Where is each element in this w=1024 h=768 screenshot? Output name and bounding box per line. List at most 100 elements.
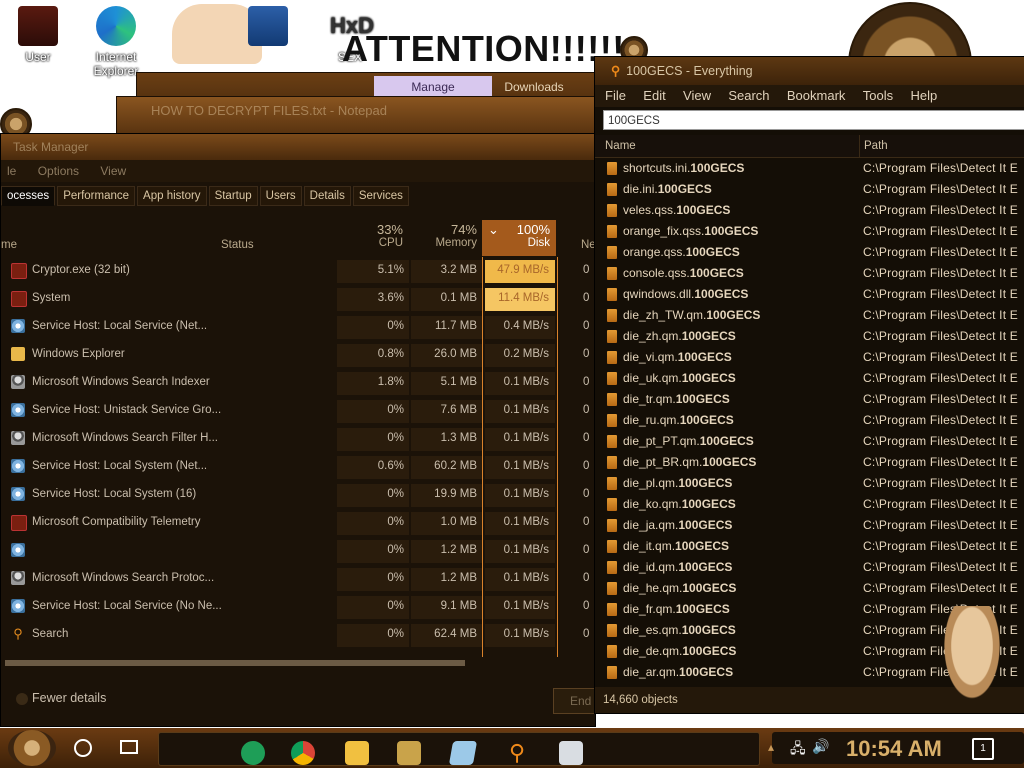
menu-file[interactable]: le (7, 164, 16, 178)
file-icon (607, 267, 617, 280)
list-item[interactable]: die_zh_TW.qm.100GECS C:\Program Files\Det… (595, 305, 1024, 326)
tab-services[interactable]: Services (352, 186, 409, 206)
file-icon (607, 435, 617, 448)
tab-details[interactable]: Details (303, 186, 351, 206)
list-item[interactable]: veles.qss.100GECS C:\Program Files\Detect… (595, 200, 1024, 221)
list-item[interactable]: die_id.qm.100GECS C:\Program Files\Detect… (595, 557, 1024, 578)
file-path: C:\Program Files\Detect It E (863, 392, 1018, 406)
window-title: Task Manager (13, 140, 89, 154)
tab-app-history[interactable]: App history (137, 186, 207, 206)
clock[interactable]: 10:54 AM (846, 736, 942, 762)
list-item[interactable]: die_ko.qm.100GECS C:\Program Files\Detect… (595, 494, 1024, 515)
menu-options[interactable]: Options (38, 164, 79, 178)
menu-view[interactable]: View (683, 85, 711, 107)
tab-startup[interactable]: Startup (208, 186, 258, 206)
ribbon-tab-downloads[interactable]: Downloads (494, 76, 574, 98)
column-header-path[interactable]: Path (859, 135, 888, 157)
winrar-icon[interactable] (397, 741, 421, 765)
list-item[interactable]: die_pl.qm.100GECS C:\Program Files\Detect… (595, 473, 1024, 494)
folder-icon[interactable] (345, 741, 369, 765)
search-input[interactable]: 100GECS (603, 110, 1024, 130)
list-item[interactable]: orange.qss.100GECS C:\Program Files\Detec… (595, 242, 1024, 263)
everything-icon[interactable]: ⚲ (505, 741, 529, 765)
list-item[interactable]: console.qss.100GECS C:\Program Files\Dete… (595, 263, 1024, 284)
monitor-icon[interactable] (559, 741, 583, 765)
list-item[interactable]: die_pt_PT.qm.100GECS C:\Program Files\Det… (595, 431, 1024, 452)
file-name: orange_fix.qss.100GECS (623, 224, 758, 238)
file-icon (607, 162, 617, 175)
column-header-disk[interactable]: ⌄ 100% Disk (482, 220, 556, 256)
file-path: C:\Program Files\Detect It E (863, 329, 1018, 343)
volume-icon[interactable]: 🔊 (812, 738, 829, 755)
network-icon[interactable]: 🖧 (790, 738, 806, 762)
task-manager-titlebar[interactable]: Task Manager (1, 134, 595, 160)
process-name: Search (32, 628, 69, 640)
menu-tools[interactable]: Tools (863, 85, 893, 107)
scrollbar-thumb[interactable] (5, 660, 465, 666)
notification-icon[interactable]: 1 (972, 738, 994, 760)
desktop-icon-virtualbox[interactable] (236, 6, 300, 50)
file-extension-match: 100GECS (702, 455, 757, 469)
process-memory: 1.3 MB (440, 432, 477, 444)
chevron-up-icon[interactable]: ▴ (768, 740, 774, 754)
horizontal-scrollbar[interactable] (1, 658, 595, 668)
menu-file[interactable]: File (605, 85, 626, 107)
list-item[interactable]: shortcuts.ini.100GECS C:\Program Files\De… (595, 158, 1024, 179)
file-base-name: die_id.qm. (623, 560, 679, 574)
chevron-up-icon (16, 692, 28, 705)
start-button[interactable] (8, 730, 56, 766)
fewer-details-button[interactable]: Fewer details (16, 691, 106, 705)
list-item[interactable]: die_pt_BR.qm.100GECS C:\Program Files\Det… (595, 452, 1024, 473)
list-item[interactable]: die_zh.qm.100GECS C:\Program Files\Detect… (595, 326, 1024, 347)
column-header-name[interactable]: Name (605, 135, 636, 157)
desktop-icon-user[interactable]: User (6, 6, 70, 64)
search-circle-icon[interactable] (74, 739, 92, 757)
file-extension-match: 100GECS (690, 161, 745, 175)
list-item[interactable]: die_ru.qm.100GECS C:\Program Files\Detect… (595, 410, 1024, 431)
menu-bookmark[interactable]: Bookmark (787, 85, 846, 107)
desktop-icon-edge[interactable]: Internet Explorer (84, 6, 148, 78)
glass-icon[interactable] (448, 741, 478, 765)
search-icon: ⚲ (11, 627, 25, 641)
list-item[interactable]: qwindows.dll.100GECS C:\Program Files\Det… (595, 284, 1024, 305)
file-icon (607, 582, 617, 595)
file-name: qwindows.dll.100GECS (623, 287, 748, 301)
sheets-icon[interactable] (241, 741, 265, 765)
menu-help[interactable]: Help (910, 85, 937, 107)
file-extension-match: 100GECS (675, 539, 730, 553)
list-item[interactable]: die_ja.qm.100GECS C:\Program Files\Detect… (595, 515, 1024, 536)
column-header-memory[interactable]: 74% Memory (421, 222, 477, 249)
file-base-name: console.qss. (623, 266, 690, 280)
list-item[interactable]: die_vi.qm.100GECS C:\Program Files\Detect… (595, 347, 1024, 368)
process-cpu: 0% (387, 404, 404, 416)
everything-titlebar[interactable]: ⚲ 100GECS - Everything (595, 57, 1024, 85)
chrome-icon[interactable] (291, 741, 315, 765)
menu-view[interactable]: View (100, 164, 126, 178)
column-header-status[interactable]: Status (221, 239, 254, 251)
file-extension-match: 100GECS (689, 266, 744, 280)
task-view-icon[interactable] (120, 740, 138, 754)
file-name: die_pt_PT.qm.100GECS (623, 434, 754, 448)
tab-processes[interactable]: ocesses (1, 186, 56, 206)
list-item[interactable]: die_uk.qm.100GECS C:\Program Files\Detect… (595, 368, 1024, 389)
list-item[interactable]: orange_fix.qss.100GECS C:\Program Files\D… (595, 221, 1024, 242)
process-cpu: 0% (387, 488, 404, 500)
list-item[interactable]: die.ini.100GECS C:\Program Files\Detect I… (595, 179, 1024, 200)
process-memory: 1.2 MB (440, 572, 477, 584)
ribbon-tab-manage[interactable]: Manage (374, 76, 492, 98)
list-item[interactable]: die_he.qm.100GECS C:\Program Files\Detect… (595, 578, 1024, 599)
menu-search[interactable]: Search (728, 85, 769, 107)
list-item[interactable]: die_tr.qm.100GECS C:\Program Files\Detect… (595, 389, 1024, 410)
file-extension-match: 100GECS (681, 329, 736, 343)
column-header-cpu[interactable]: 33% CPU (351, 222, 403, 249)
notepad-window-background[interactable]: HOW TO DECRYPT FILES.txt - Notepad (116, 96, 598, 134)
file-extension-match: 100GECS (681, 371, 736, 385)
taskbar-apps: ⚲ (158, 732, 760, 766)
tab-users[interactable]: Users (259, 186, 302, 206)
menu-edit[interactable]: Edit (643, 85, 665, 107)
list-item[interactable]: die_it.qm.100GECS C:\Program Files\Detect… (595, 536, 1024, 557)
file-path: C:\Program Files\Detect It E (863, 581, 1018, 595)
column-header-name[interactable]: me (1, 239, 17, 251)
column-header-network[interactable]: Ne (581, 239, 595, 251)
tab-performance[interactable]: Performance (57, 186, 136, 206)
